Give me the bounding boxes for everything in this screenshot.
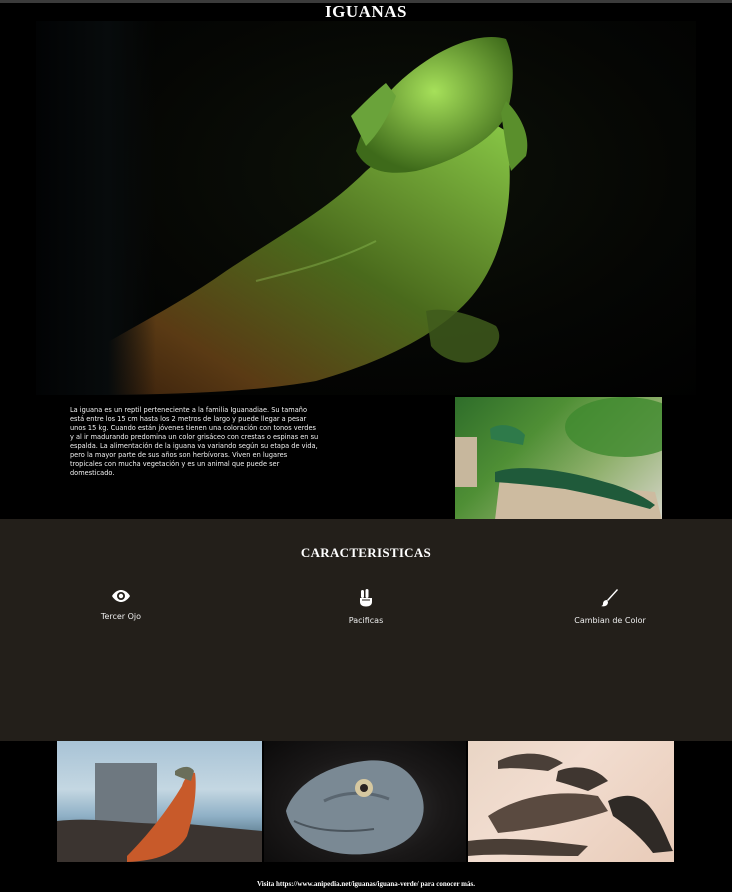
iguana-head-illustration [286,760,424,855]
intro-paragraph: La iguana es un reptil perteneciente a l… [70,406,319,477]
feature-change-color: Cambian de Color [540,589,680,625]
iguana-group-illustration [468,753,673,856]
paint-brush-icon [601,589,618,607]
feature-label: Cambian de Color [574,616,646,625]
peace-hand-icon [360,589,372,607]
characteristics-section: CARACTERISTICAS Tercer Ojo Pacificas Cam… [0,519,732,741]
feature-third-eye: Tercer Ojo [51,589,191,621]
iguana-on-stump-image [455,397,662,520]
feature-label: Pacificas [348,616,384,625]
feature-label: Tercer Ojo [100,612,142,621]
iguana-on-stump-illustration [455,397,662,520]
page-title: IGUANAS [325,2,407,21]
hero-iguana-image [36,21,696,395]
feature-peaceful: Pacificas [296,589,436,625]
footer-source-note: Visita https://www.anipedia.net/iguanas/… [257,880,475,888]
orange-iguana-illustration [57,763,262,862]
characteristics-title: CARACTERISTICAS [300,545,432,560]
gallery-image-iguana-head [264,741,466,862]
gallery-image-orange-iguana [57,741,262,862]
hero-shadow [36,21,156,395]
gallery-image-iguana-group [468,741,674,862]
eye-icon [112,590,130,602]
